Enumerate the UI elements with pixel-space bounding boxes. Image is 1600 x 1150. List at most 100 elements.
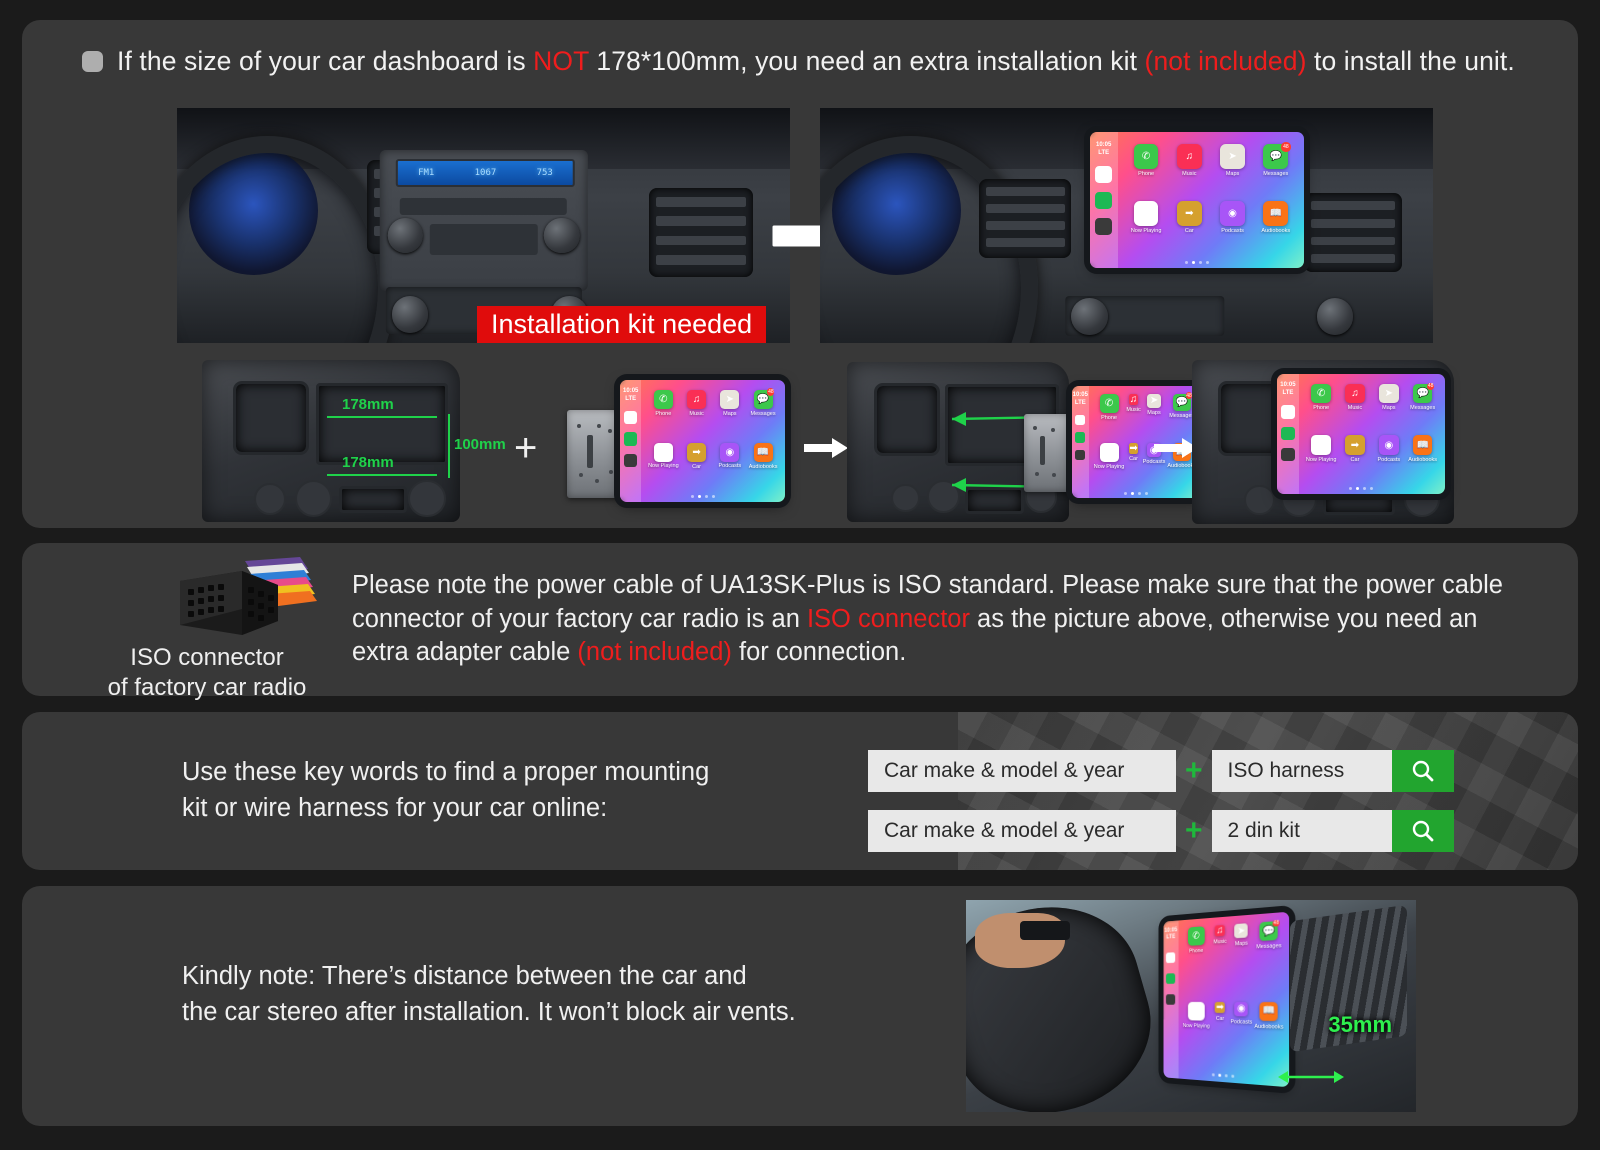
app-icon: 💬 48	[1263, 142, 1291, 170]
spotify-icon[interactable]	[1166, 973, 1176, 984]
carplay-status-time: 10:05 LTE	[1164, 927, 1178, 941]
carplay-app-phone[interactable]: ✆ Phone	[1306, 384, 1337, 432]
carplay-app-phone[interactable]: ✆ Phone	[1183, 926, 1210, 998]
app-icon: ♫	[1129, 393, 1138, 405]
carplay-app-maps[interactable]: ➤ Maps	[715, 389, 746, 440]
search-button-2[interactable]	[1391, 810, 1454, 852]
app-icon: 📖	[1413, 435, 1433, 455]
search-button-1[interactable]	[1391, 750, 1454, 792]
carplay-app-messages[interactable]: 💬 48 Messages	[1256, 142, 1296, 198]
carplay-app-now-playing[interactable]: ‖ Now Playing	[1182, 1001, 1210, 1074]
carplay-app-music[interactable]: ♫ Music	[1212, 924, 1229, 998]
app-icon: ♫	[1345, 384, 1365, 404]
maps-pin-icon[interactable]	[624, 411, 638, 425]
app-icon: ✆	[1311, 384, 1331, 404]
notification-badge: 48	[1281, 142, 1291, 152]
maps-pin-icon[interactable]	[1075, 414, 1086, 426]
carplay-app-maps[interactable]: ➤ Maps	[1143, 393, 1166, 441]
app-label: Audiobooks	[1254, 1023, 1284, 1031]
hvac-knob-left	[1071, 298, 1109, 336]
carplay-app-podcasts[interactable]: ◉Podcasts	[1373, 435, 1404, 483]
preset-buttons	[429, 223, 538, 255]
carplay-app-audiobooks[interactable]: 📖 Audiobooks	[748, 442, 779, 493]
radio-button-row	[400, 198, 567, 216]
hvac-knob-left	[391, 296, 429, 333]
frame-pocket	[873, 382, 940, 456]
spotify-icon[interactable]	[624, 432, 638, 446]
maps-pin-icon[interactable]	[1166, 952, 1176, 963]
search-input-car-1[interactable]: Car make & model & year	[868, 750, 1176, 792]
carplay-app-phone[interactable]: ✆ Phone	[648, 389, 679, 440]
carplay-app-phone[interactable]: ✆ Phone	[1094, 393, 1125, 441]
carplay-app-now-playing[interactable]: ‖ Now Playing	[648, 442, 679, 493]
carplay-app-maps[interactable]: ➤ Maps	[1213, 144, 1253, 198]
app-label: Phone	[1101, 414, 1117, 421]
maps-pin-icon[interactable]	[1095, 166, 1113, 184]
search-input-keyword-2[interactable]: 2 din kit	[1211, 810, 1392, 852]
app-label: Now Playing	[1130, 228, 1162, 235]
settings-icon[interactable]	[1095, 218, 1113, 236]
app-label: Phone	[1138, 171, 1155, 178]
right-arrow-icon	[804, 438, 848, 458]
settings-icon[interactable]	[1166, 994, 1176, 1005]
spotify-icon[interactable]	[1095, 192, 1113, 210]
carplay-app-car[interactable]: ➡ Car	[1212, 1001, 1229, 1075]
carplay-app-audiobooks[interactable]: 📖 Audiobooks	[1256, 201, 1296, 255]
carplay-app-podcasts[interactable]: ◉Podcasts	[1231, 1001, 1252, 1076]
iso-connector-panel: ISO connector of factory car radio Pleas…	[22, 543, 1578, 701]
carplay-screen-installed[interactable]: 10:05 LTE ✆ Phone ♫ Music ➤ Maps 💬 48 Messages ‖ Now…	[1163, 911, 1290, 1088]
radio-preset: 753	[536, 167, 553, 178]
head-unit-screen[interactable]: 10:05 LTE ✆ Phone ♫ Music ➤ Maps 💬 48 Messages ‖ Now…	[620, 380, 785, 502]
carplay-app-grid: ✆ Phone ♫ Music ➤ Maps 💬 48 Messages ‖ Now Playing…	[1118, 132, 1305, 268]
settings-icon[interactable]	[624, 453, 638, 467]
assembled-screen[interactable]: 10:05 LTE ✆ Phone ♫ Music ➤ Maps 💬 48 Messages ‖ Now…	[1277, 374, 1445, 494]
carplay-app-car[interactable]: ➡ Car	[1169, 201, 1209, 255]
kindly-note-line1: Kindly note: There’s distance between th…	[182, 962, 747, 990]
carplay-app-now-playing[interactable]: ‖ Now Playing	[1126, 201, 1166, 255]
carplay-app-music[interactable]: ♫ Music	[1169, 144, 1209, 198]
carplay-app-car[interactable]: ➡ Car	[1339, 435, 1370, 483]
kindly-note-text: Kindly note: There’s distance between th…	[182, 958, 796, 1030]
app-label: Now Playing	[648, 463, 679, 470]
app-label: Podcasts	[1142, 459, 1166, 466]
carplay-app-messages[interactable]: 💬 48 Messages	[1407, 382, 1438, 432]
carplay-app-podcasts[interactable]: ◉Podcasts	[715, 442, 746, 493]
carplay-app-maps[interactable]: ➤ Maps	[1231, 923, 1253, 997]
checkbox-square-icon	[82, 50, 103, 72]
carplay-app-maps[interactable]: ➤ Maps	[1373, 384, 1404, 432]
carplay-screen[interactable]: 10:05 LTE ✆ Phone ♫ Music ➤ Maps 💬 48 Messages ‖ Now…	[1089, 131, 1305, 268]
carplay-app-audiobooks[interactable]: 📖 Audiobooks	[1407, 435, 1438, 483]
app-label: Phone	[655, 410, 672, 417]
app-icon: ◉	[1234, 1001, 1249, 1017]
spotify-icon[interactable]	[1281, 426, 1295, 441]
maps-pin-icon[interactable]	[1281, 405, 1295, 419]
carplay-app-messages[interactable]: 💬 48 Messages	[1254, 919, 1283, 998]
search-input-car-2[interactable]: Car make & model & year	[868, 810, 1176, 852]
carplay-app-music[interactable]: ♫ Music	[1126, 393, 1141, 441]
app-icon: 💬 48	[1172, 392, 1193, 412]
app-label: Maps	[1225, 171, 1240, 178]
dimension-height: 100mm	[454, 436, 506, 453]
settings-icon[interactable]	[1075, 450, 1086, 461]
app-label: Now Playing	[1182, 1022, 1210, 1030]
carplay-app-now-playing[interactable]: ‖ Now Playing	[1306, 435, 1337, 483]
carplay-app-car[interactable]: ➡ Car	[1126, 443, 1140, 490]
radio-band: FM1	[418, 167, 435, 178]
app-label: Audiobooks	[748, 463, 778, 470]
carplay-app-messages[interactable]: 💬 48 Messages	[748, 388, 779, 440]
spotify-icon[interactable]	[1075, 432, 1086, 443]
kindly-note-line2: the car stereo after installation. It wo…	[182, 998, 796, 1027]
carplay-app-car[interactable]: ➡ Car	[681, 442, 712, 493]
carplay-app-music[interactable]: ♫ Music	[1339, 384, 1370, 432]
head-unit-chassis	[567, 410, 625, 498]
carplay-app-now-playing[interactable]: ‖ Now Playing	[1094, 443, 1124, 490]
search-input-keyword-1[interactable]: ISO harness	[1211, 750, 1392, 792]
carplay-app-phone[interactable]: ✆ Phone	[1126, 144, 1166, 198]
carplay-app-grid: ✆ Phone ♫ Music ➤ Maps 💬 48 Messages ‖ Now Playing…	[1299, 374, 1445, 494]
app-label: Messages	[750, 410, 776, 417]
carplay-app-podcasts[interactable]: ◉Podcasts	[1213, 201, 1253, 255]
app-icon: ➡	[1214, 1001, 1226, 1014]
settings-icon[interactable]	[1281, 447, 1295, 462]
carplay-app-music[interactable]: ♫ Music	[681, 389, 712, 440]
carplay-page-dots	[620, 495, 785, 499]
